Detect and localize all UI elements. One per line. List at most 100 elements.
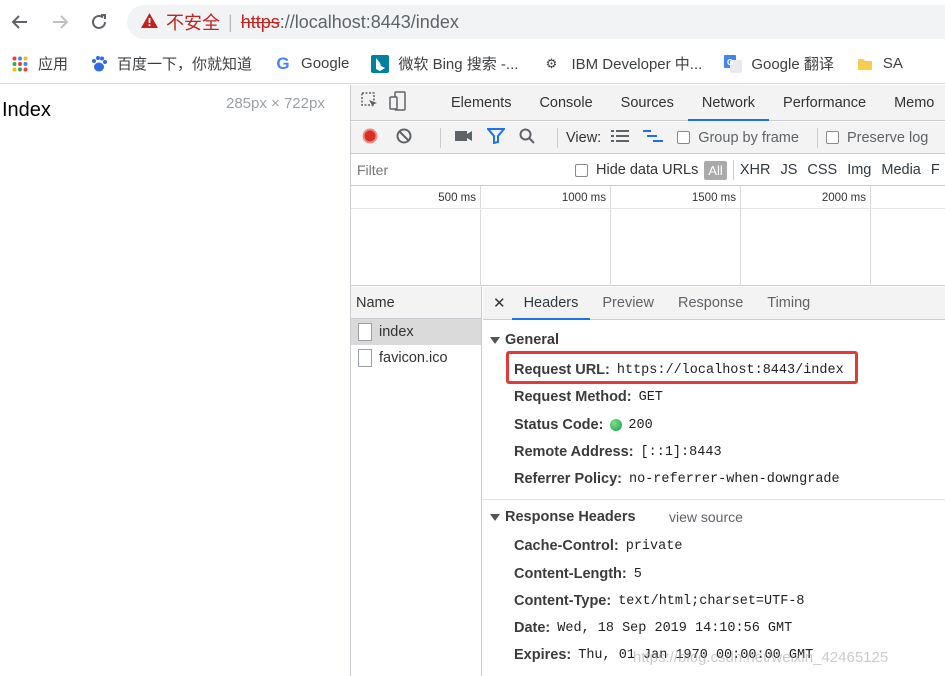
clear-icon[interactable] — [396, 128, 412, 148]
tab-headers[interactable]: Headers — [511, 287, 591, 320]
viewport-size-label: 285px × 722px — [226, 95, 325, 112]
address-bar[interactable]: 不安全 | https ://localhost:8443/index — [127, 5, 945, 39]
header-key: Cache-Control: — [514, 538, 619, 554]
group-by-frame-label: Group by frame — [698, 129, 799, 146]
bookmark-label: IBM Developer 中... — [571, 56, 703, 73]
search-icon[interactable] — [519, 128, 535, 148]
filter-funnel-icon[interactable] — [485, 127, 507, 148]
network-toolbar: View: Group by frame Preserve log — [351, 122, 945, 154]
close-icon[interactable]: ✕ — [493, 294, 506, 312]
google-g-icon: G — [276, 53, 290, 73]
expand-triangle-icon — [490, 336, 500, 344]
ibm-developer-icon: ⚙ — [545, 55, 558, 71]
timeline-gridline — [740, 186, 741, 286]
filter-type-xhr[interactable]: XHR — [740, 162, 771, 178]
filter-type-all[interactable]: All — [704, 160, 727, 180]
folder-icon — [856, 55, 874, 73]
bookmark-label: 应用 — [38, 56, 69, 73]
tab-response[interactable]: Response — [666, 287, 755, 320]
timeline-tick-label: 2000 ms — [821, 192, 866, 204]
bookmark-ibm[interactable]: ⚙ IBM Developer 中... — [540, 53, 703, 74]
response-headers-section-toggle[interactable]: Response Headers — [490, 509, 636, 525]
timeline-gridline — [480, 186, 481, 286]
page-heading: Index — [2, 99, 51, 121]
bookmark-folder-sa[interactable]: SA — [856, 55, 903, 73]
toolbar-divider — [557, 127, 558, 148]
group-by-frame-checkbox[interactable] — [677, 131, 691, 144]
filter-type-media[interactable]: Media — [881, 162, 921, 178]
bookmark-google-translate[interactable]: G Google 翻译 — [724, 53, 834, 74]
timeline-gridline — [870, 186, 871, 286]
bookmark-label: SA — [882, 55, 903, 72]
screenshot-camera-icon[interactable] — [455, 129, 473, 147]
timeline-ruler-line — [351, 208, 945, 209]
preserve-log-checkbox[interactable] — [825, 131, 839, 144]
baidu-paw-icon — [90, 55, 108, 73]
bookmark-bing[interactable]: 微软 Bing 搜索 -... — [371, 53, 518, 74]
devtools-panel: Elements Console Sources Network Perform… — [350, 85, 945, 676]
bookmarks-bar: 应用 百度一下，你就知道 G Google 微软 Bing 搜索 -... ⚙ … — [0, 44, 945, 84]
tab-preview[interactable]: Preview — [590, 287, 666, 320]
request-row-index[interactable]: index — [351, 319, 481, 345]
header-key: Content-Type: — [514, 593, 612, 609]
waterfall-icon[interactable] — [643, 129, 664, 147]
tab-performance[interactable]: Performance — [769, 85, 880, 121]
timeline-gridline — [610, 186, 611, 286]
header-value: private — [625, 538, 683, 554]
filter-type-css[interactable]: CSS — [807, 162, 837, 178]
filter-input[interactable] — [357, 159, 557, 181]
page-viewport: Index 285px × 722px — [0, 85, 350, 676]
back-arrow-icon[interactable] — [7, 9, 33, 35]
security-label[interactable]: 不安全 — [166, 9, 220, 35]
header-key: Referrer Policy: — [514, 471, 622, 487]
device-toolbar-icon[interactable] — [389, 91, 407, 114]
request-list: Name index favicon.ico — [351, 287, 482, 676]
tab-sources[interactable]: Sources — [607, 85, 688, 121]
header-key: Content-Length: — [514, 566, 627, 582]
record-button[interactable] — [362, 128, 378, 148]
inspect-element-icon[interactable] — [361, 92, 379, 113]
bookmark-label: Google — [301, 55, 350, 72]
request-detail-pane: ✕ Headers Preview Response Timing Genera… — [483, 287, 945, 676]
tab-console[interactable]: Console — [525, 85, 606, 121]
preserve-log-label: Preserve log — [846, 129, 929, 146]
filter-type-img[interactable]: Img — [847, 162, 871, 178]
name-column-header[interactable]: Name — [351, 287, 481, 319]
general-section-toggle[interactable]: General — [490, 332, 559, 348]
header-row-request-url: Request URL: https://localhost:8443/inde… — [514, 362, 844, 378]
header-row-date: Date: Wed, 18 Sep 2019 14:10:56 GMT — [514, 620, 792, 636]
header-row-referrer-policy: Referrer Policy: no-referrer-when-downgr… — [514, 471, 840, 487]
forward-arrow-icon[interactable] — [47, 9, 73, 35]
tab-timing[interactable]: Timing — [755, 287, 822, 320]
filter-bar: Hide data URLs All XHR JS CSS Img Media … — [351, 155, 945, 186]
header-key: Status Code: — [514, 417, 604, 433]
request-row-favicon[interactable]: favicon.ico — [351, 345, 481, 371]
header-value: GET — [638, 389, 663, 405]
tab-network[interactable]: Network — [687, 85, 770, 121]
bookmark-google[interactable]: G Google — [274, 53, 350, 73]
header-row-cache-control: Cache-Control: private — [514, 538, 682, 554]
browser-toolbar: 不安全 | https ://localhost:8443/index — [0, 0, 945, 44]
view-source-link[interactable]: view source — [669, 509, 743, 525]
header-key: Remote Address: — [514, 444, 634, 460]
header-key: Expires: — [514, 647, 572, 663]
document-file-icon — [358, 349, 372, 367]
hide-data-urls-checkbox[interactable] — [575, 163, 588, 177]
hide-data-urls-label: Hide data URLs — [596, 162, 699, 178]
filter-type-font[interactable]: F — [931, 162, 940, 178]
network-overview-timeline[interactable]: 500 ms 1000 ms 1500 ms 2000 ms — [351, 186, 945, 286]
google-translate-icon: G — [724, 54, 743, 73]
general-section-title: General — [505, 332, 559, 348]
request-name: index — [379, 324, 414, 340]
reload-icon[interactable] — [86, 9, 112, 35]
bookmark-apps[interactable]: 应用 — [11, 53, 68, 74]
large-rows-icon[interactable] — [611, 129, 630, 147]
toolbar-divider — [440, 127, 441, 148]
filter-type-js[interactable]: JS — [780, 162, 797, 178]
bookmark-baidu[interactable]: 百度一下，你就知道 — [90, 53, 252, 74]
svg-text:G: G — [727, 58, 733, 67]
tab-elements[interactable]: Elements — [437, 85, 525, 121]
tab-memory[interactable]: Memo — [880, 85, 945, 121]
header-value: [::1]:8443 — [640, 444, 722, 460]
header-key: Request URL: — [514, 362, 610, 378]
